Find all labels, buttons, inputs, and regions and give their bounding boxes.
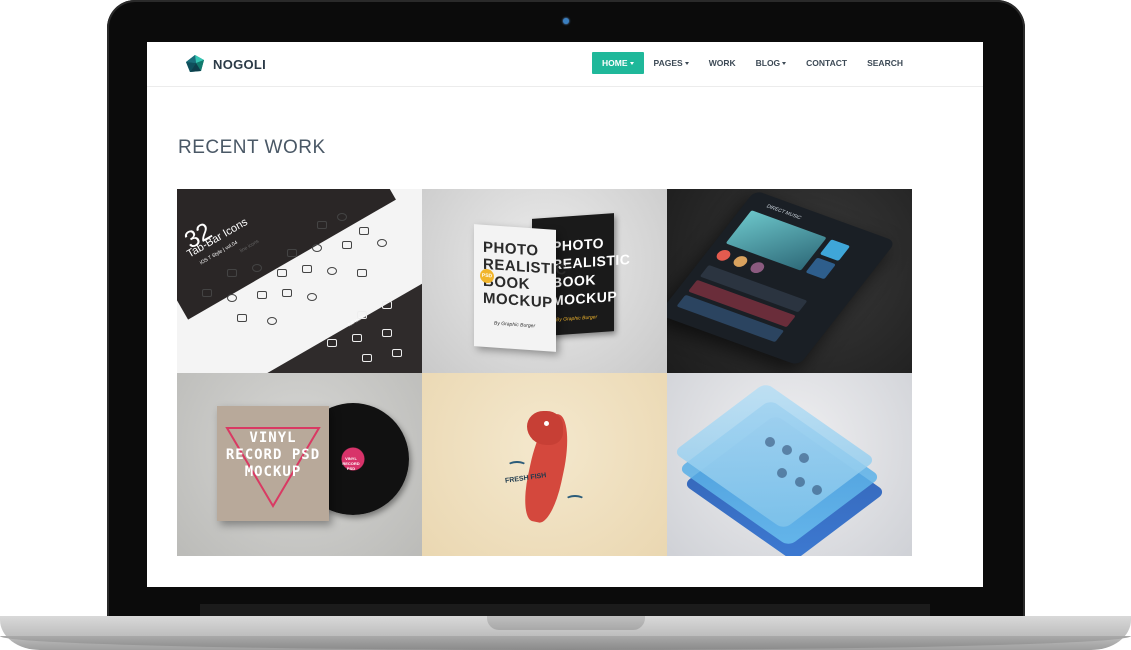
camera-icon (563, 18, 569, 24)
wave-graphic (507, 461, 527, 471)
nav-item-pages[interactable]: PAGES (644, 52, 699, 74)
control-icon (795, 477, 805, 487)
section-title: RECENT WORK (178, 137, 326, 158)
icon-sample (267, 317, 277, 325)
icon-sample (227, 269, 237, 277)
icon-sample (312, 244, 322, 252)
caret-down-icon (782, 61, 787, 65)
icon-sample (257, 291, 267, 299)
portfolio-item-fresh-fish[interactable]: FRESH FISH (422, 373, 667, 556)
icon-sample (282, 289, 292, 297)
psd-badge: PSD (480, 268, 494, 284)
icon-sample (359, 227, 369, 235)
app-avatar (713, 248, 734, 263)
book-author: By Graphic Burger (494, 320, 536, 330)
caret-down-icon (629, 61, 634, 65)
nav-item-contact[interactable]: CONTACT (796, 52, 857, 74)
nav-label: SEARCH (867, 58, 903, 68)
nav-label: PAGES (653, 58, 683, 68)
control-icon (777, 468, 787, 478)
icon-sample (337, 213, 347, 221)
website-screen: NOGOLI HOME PAGES WORK BLOG CONTACT SEAR… (147, 42, 983, 587)
record-label: VINYL RECORD PSD (342, 456, 360, 471)
icon-sample (227, 294, 237, 302)
control-icon (799, 453, 809, 463)
icon-sample (277, 269, 287, 277)
icon-sample (377, 239, 387, 247)
control-icon (812, 485, 822, 495)
control-icon (765, 437, 775, 447)
icon-sample (307, 293, 317, 301)
nav-label: CONTACT (806, 58, 848, 68)
icon-sample (352, 334, 362, 342)
icon-sample (362, 354, 372, 362)
laptop-hinge (200, 604, 930, 616)
icon-sample (357, 311, 367, 319)
icon-sample (252, 264, 262, 272)
nav-item-blog[interactable]: BLOG (746, 52, 797, 74)
fish-eye (544, 421, 549, 426)
icon-sample (392, 349, 402, 357)
phone-mockup: DIRECT MUSIC (667, 190, 897, 366)
icon-sample (382, 329, 392, 337)
portfolio-grid: 32 Tab-Bar Icons iOS 7 Style | vol.04 li… (177, 189, 912, 556)
logo-icon (186, 55, 204, 72)
nav-item-home[interactable]: HOME (592, 52, 644, 74)
portfolio-item-ios-layers[interactable] (667, 373, 912, 556)
nav-item-work[interactable]: WORK (699, 52, 746, 74)
icon-sample (357, 269, 367, 277)
portfolio-item-vinyl-mockup[interactable]: VINYL RECORD PSD MOCKUP VINYL RECORD PSD (177, 373, 422, 556)
sleeve-title: VINYL RECORD PSD MOCKUP (225, 430, 321, 480)
fish-head (527, 411, 563, 445)
icon-sample (287, 249, 297, 257)
navbar: NOGOLI HOME PAGES WORK BLOG CONTACT SEAR… (147, 42, 983, 87)
app-avatar (747, 260, 767, 275)
portfolio-item-book-mockup[interactable]: PHOTO REALISTIC BOOK MOCKUP By Graphic B… (422, 189, 667, 373)
nav-label: WORK (708, 58, 736, 68)
book-front: PHOTO REALISTIC BOOK MOCKUP PSD By Graph… (474, 224, 567, 352)
wave-graphic (565, 495, 585, 505)
icon-sample (237, 314, 247, 322)
brand-name: NOGOLI (213, 56, 267, 72)
portfolio-item-music-app[interactable]: DIRECT MUSIC (667, 189, 912, 373)
icon-sample (382, 301, 392, 309)
icon-sample (342, 241, 352, 249)
icon-sample (327, 339, 337, 347)
vinyl-sleeve: VINYL RECORD PSD MOCKUP (217, 406, 329, 521)
nav-label: BLOG (755, 58, 781, 68)
icon-sample (202, 289, 212, 297)
app-tile (805, 257, 836, 280)
icon-sample (327, 267, 337, 275)
icon-sample (317, 221, 327, 229)
nav-item-search[interactable]: SEARCH (857, 52, 913, 74)
book-author: By Graphic Burger (556, 314, 598, 324)
app-tile (819, 239, 851, 262)
laptop-notch (487, 616, 645, 630)
brand[interactable]: NOGOLI (185, 54, 266, 74)
icon-sample (302, 265, 312, 273)
control-icon (782, 445, 792, 455)
portfolio-item-tab-bar-icons[interactable]: 32 Tab-Bar Icons iOS 7 Style | vol.04 li… (177, 189, 422, 373)
nav-label: HOME (602, 58, 628, 68)
main-nav: HOME PAGES WORK BLOG CONTACT SEARCH (592, 52, 913, 74)
app-avatar (730, 254, 750, 269)
caret-down-icon (684, 61, 689, 65)
